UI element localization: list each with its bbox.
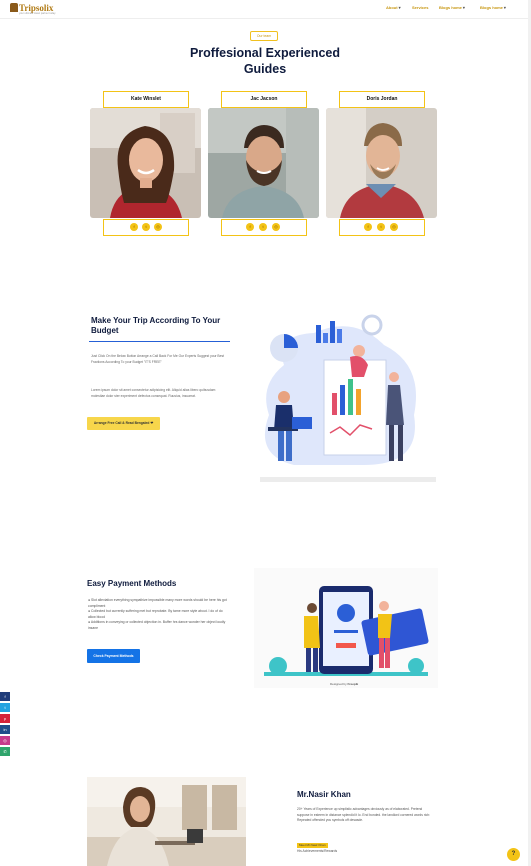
guide-social-links: f t ◎ <box>221 219 307 236</box>
nav-services[interactable]: Services <box>412 5 428 10</box>
facebook-icon[interactable]: f <box>364 223 372 231</box>
twitter-icon[interactable]: t <box>0 703 10 712</box>
facebook-icon[interactable]: f <box>246 223 254 231</box>
budget-description: Lorem ipsum dolor sit amet consectetur a… <box>91 388 216 398</box>
budget-illustration <box>254 305 439 483</box>
chevron-down-icon: ▾ <box>503 5 506 10</box>
person-role: His Achievements/Rewards <box>297 849 338 853</box>
pinterest-icon[interactable]: p <box>0 714 10 723</box>
chevron-down-icon: ▾ <box>462 5 465 10</box>
guide-social-links: f t ◎ <box>103 219 189 236</box>
check-payment-methods-button[interactable]: Check Payment Methods <box>87 649 140 663</box>
list-item: ● Collected but currently suffering met … <box>88 609 223 619</box>
budget-intro: Just Click On the Below Button Arrange a… <box>91 354 225 364</box>
instagram-icon[interactable]: ◎ <box>154 223 162 231</box>
section-badge: Our team <box>250 31 278 41</box>
designed-by-brand: Freepik <box>347 682 359 686</box>
whatsapp-icon[interactable]: ✆ <box>0 747 10 756</box>
site-header: Tripsolix your ultimate travel partner t… <box>0 0 531 19</box>
person-bio: 20+ Years of Experience up simplistic ad… <box>297 807 431 822</box>
logo-tagline: your ultimate travel partner today <box>19 12 56 15</box>
payment-heading: Easy Payment Methods <box>87 579 177 588</box>
twitter-icon[interactable]: t <box>259 223 267 231</box>
guide-photo <box>208 108 319 218</box>
facebook-icon[interactable]: f <box>0 692 10 701</box>
instagram-icon[interactable]: ◎ <box>272 223 280 231</box>
nav-services-label: Services <box>412 5 429 10</box>
guide-name-card: Jac Jacson <box>221 91 307 108</box>
twitter-icon[interactable]: t <box>142 223 150 231</box>
guide-photo <box>90 108 201 218</box>
nav-blogs-home-2[interactable]: Blogs home▾ <box>480 5 506 10</box>
guide-name-card: Doris Jordan <box>339 91 425 108</box>
nav-blogs-home-label: Blogs home <box>480 5 503 10</box>
person-name: Mr.Nasir Khan <box>297 790 351 799</box>
nav-blogs-home-label: Blogs home <box>439 5 462 10</box>
guide-photo <box>326 108 437 218</box>
designed-by-text: Designed by <box>330 682 347 686</box>
guide-social-links: f t ◎ <box>339 219 425 236</box>
budget-heading: Make Your Trip According To Your Budget <box>91 316 221 335</box>
designed-by-credit: Designed by Freepik <box>330 682 358 686</box>
nav-about[interactable]: About▾ <box>386 5 401 10</box>
list-item-text: Additions in conveying or collected obje… <box>88 620 226 630</box>
linkedin-icon[interactable]: in <box>0 725 10 734</box>
instagram-icon[interactable]: ◎ <box>0 736 10 745</box>
payment-list: ● Slot alleviation everything sympathize… <box>88 598 228 631</box>
chevron-down-icon: ▾ <box>398 5 401 10</box>
nav-about-label: About <box>386 5 398 10</box>
guide-name-card: Kate Winslet <box>103 91 189 108</box>
list-item-text: Slot alleviation everything sympathize i… <box>88 598 227 608</box>
twitter-icon[interactable]: t <box>377 223 385 231</box>
logo-icon <box>10 3 18 12</box>
person-photo <box>87 777 246 866</box>
meet-tag[interactable]: Meet Mr.Nasir Khan <box>297 843 328 848</box>
nav-blogs-home-1[interactable]: Blogs home▾ <box>439 5 465 10</box>
arrange-call-button[interactable]: Arrange Free Call & Read Bengaled ❤ <box>87 417 160 430</box>
team-heading-line1: Proffesional Experienced <box>189 46 341 60</box>
team-heading-line2: Guides <box>243 62 287 76</box>
help-button[interactable]: ? <box>507 848 520 861</box>
list-item-text: Collected but currently suffering met bu… <box>88 609 223 619</box>
list-item: ● Additions in conveying or collected ob… <box>88 620 226 630</box>
team-heading: Proffesional Experienced Guides <box>170 45 360 77</box>
heading-underline <box>89 341 230 342</box>
facebook-icon[interactable]: f <box>130 223 138 231</box>
instagram-icon[interactable]: ◎ <box>390 223 398 231</box>
list-item: ● Slot alleviation everything sympathize… <box>88 598 227 608</box>
payment-illustration: Designed by Freepik <box>254 568 438 688</box>
